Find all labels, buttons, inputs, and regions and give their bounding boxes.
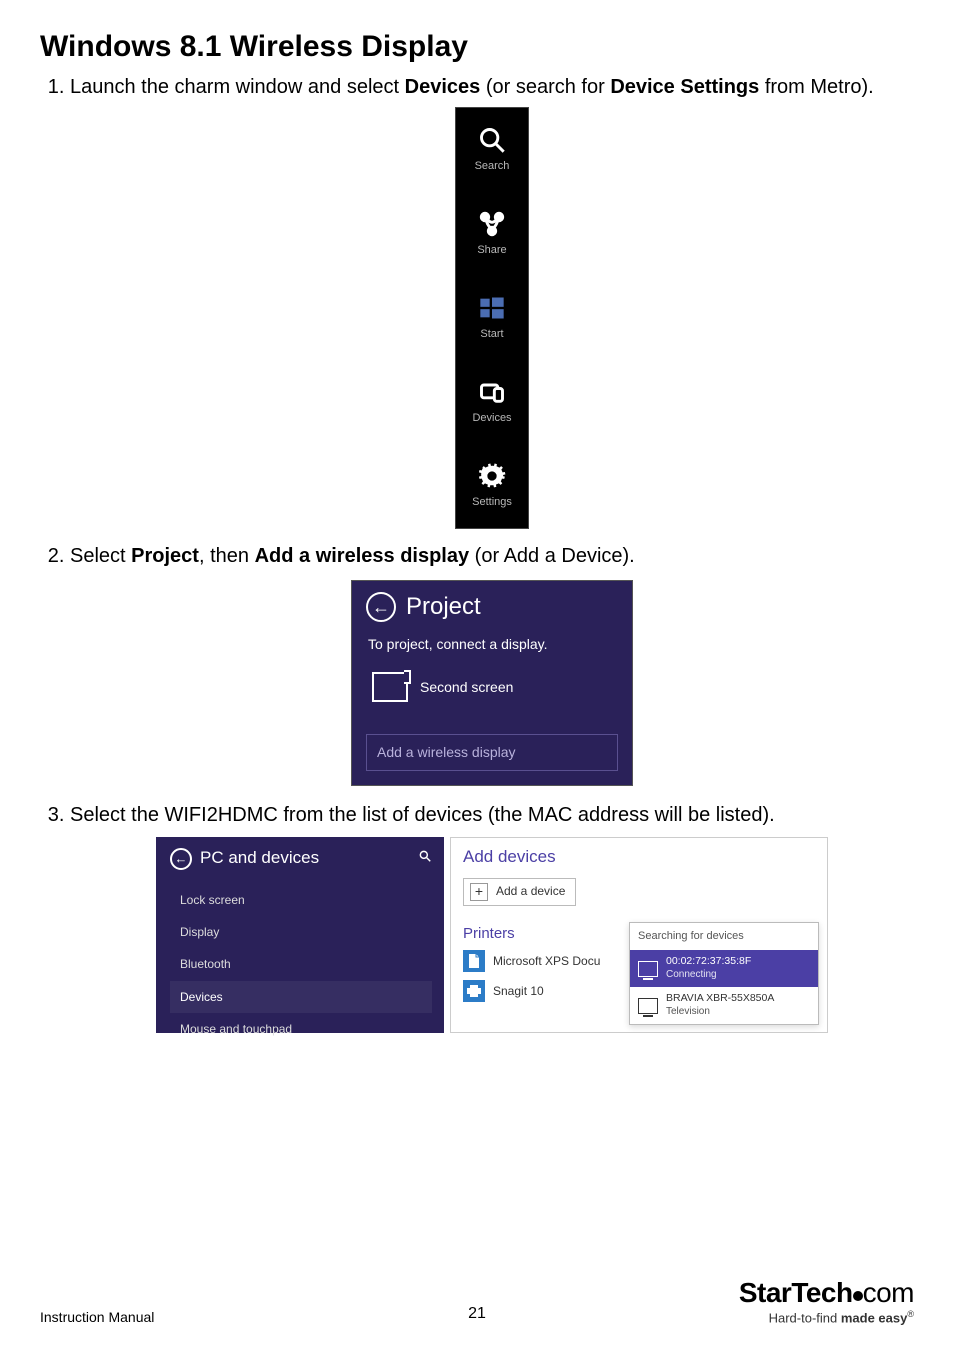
printer-icon [463, 980, 485, 1002]
printer-name: Microsoft XPS Docu [493, 953, 600, 969]
page-title: Windows 8.1 Wireless Display [40, 30, 914, 64]
tagline-bold: made easy [841, 1310, 908, 1325]
pc-devices-title: PC and devices [200, 847, 319, 870]
step-1-bold-devices: Devices [405, 76, 481, 98]
step-3: Select the WIFI2HDMC from the list of de… [70, 802, 914, 1033]
sidebar-item-bluetooth[interactable]: Bluetooth [170, 948, 432, 980]
step-2-bold-add-wireless: Add a wireless display [255, 545, 470, 567]
charm-devices[interactable]: Devices [456, 360, 528, 444]
second-screen-option[interactable]: Second screen [368, 662, 616, 712]
project-hint: To project, connect a display. [368, 635, 616, 654]
step-1-text-a: Launch the charm window and select [70, 76, 405, 98]
footer-left: Instruction Manual [40, 1309, 154, 1325]
start-icon [478, 294, 506, 322]
back-icon[interactable]: ← [366, 592, 396, 622]
brand-dot-icon [853, 1291, 863, 1301]
page-footer: Instruction Manual 21 StarTech com Hard-t… [40, 1277, 914, 1325]
step-1: Launch the charm window and select Devic… [70, 74, 914, 529]
sidebar-item-display[interactable]: Display [170, 916, 432, 948]
search-icon [478, 126, 506, 154]
sidebar-item-devices[interactable]: Devices [170, 981, 432, 1013]
step-2: Select Project, then Add a wireless disp… [70, 543, 914, 786]
charm-start[interactable]: Start [456, 276, 528, 360]
sidebar-item-mouse-touchpad[interactable]: Mouse and touchpad [170, 1013, 432, 1045]
brand-rest: com [863, 1277, 914, 1308]
charm-label: Settings [472, 495, 512, 510]
display-icon [638, 998, 658, 1014]
printer-name: Snagit 10 [493, 983, 544, 999]
charm-label: Share [477, 243, 506, 258]
search-icon[interactable] [418, 847, 432, 870]
add-wireless-display-link[interactable]: Add a wireless display [366, 734, 618, 771]
brand-tagline: Hard-to-find made easy® [739, 1309, 914, 1325]
step-2-text-c: (or Add a Device). [469, 545, 635, 567]
device-type: Television [666, 1005, 774, 1019]
devices-icon [478, 378, 506, 406]
step-2-text-b: , then [199, 545, 255, 567]
step-1-text-b: (or search for [480, 76, 610, 98]
project-title: Project [406, 591, 481, 623]
registered-icon: ® [907, 1309, 914, 1319]
document-icon [463, 950, 485, 972]
display-icon [638, 961, 658, 977]
project-panel: ← Project To project, connect a display.… [351, 580, 633, 786]
charm-label: Devices [472, 411, 511, 426]
charm-label: Start [480, 327, 503, 342]
share-icon [478, 210, 506, 238]
step-2-bold-project: Project [131, 545, 199, 567]
pc-and-devices-panel: ← PC and devices Lock screen Display Blu… [156, 837, 444, 1033]
device-item-tv[interactable]: BRAVIA XBR-55X850A Television [630, 987, 818, 1024]
add-device-label: Add a device [496, 883, 565, 899]
charm-bar: Search Share Start Devices Settings [455, 107, 529, 529]
step-3-text: Select the WIFI2HDMC from the list of de… [70, 804, 775, 826]
device-item-connecting[interactable]: 00:02:72:37:35:8F Connecting [630, 950, 818, 987]
device-mac: 00:02:72:37:35:8F [666, 956, 751, 968]
page-number: 21 [468, 1305, 486, 1323]
charm-settings[interactable]: Settings [456, 444, 528, 528]
back-icon[interactable]: ← [170, 848, 192, 870]
device-name: BRAVIA XBR-55X850A [666, 993, 774, 1005]
searching-text: Searching for devices [630, 923, 818, 950]
add-devices-panel: Add devices + Add a device Printers Micr… [450, 837, 828, 1033]
project-header: ← Project [352, 581, 632, 631]
tagline-pre: Hard-to-find [769, 1310, 841, 1325]
sidebar-item-lock-screen[interactable]: Lock screen [170, 884, 432, 916]
brand-bold: StarTech [739, 1277, 853, 1308]
device-search-popup: Searching for devices 00:02:72:37:35:8F … [629, 922, 819, 1025]
add-devices-title: Add devices [463, 846, 815, 869]
second-screen-label: Second screen [420, 678, 513, 697]
device-status: Connecting [666, 968, 751, 982]
step-1-text-c: from Metro). [759, 76, 873, 98]
charm-share[interactable]: Share [456, 192, 528, 276]
settings-icon [478, 462, 506, 490]
charm-label: Search [475, 159, 510, 174]
brand: StarTech com Hard-to-find made easy® [739, 1277, 914, 1325]
brand-logo: StarTech com [739, 1277, 914, 1309]
step-1-bold-device-settings: Device Settings [610, 76, 759, 98]
charm-search[interactable]: Search [456, 108, 528, 192]
step-2-text-a: Select [70, 545, 131, 567]
add-device-button[interactable]: + Add a device [463, 878, 576, 906]
plus-icon: + [470, 883, 488, 901]
second-screen-icon [372, 672, 408, 702]
